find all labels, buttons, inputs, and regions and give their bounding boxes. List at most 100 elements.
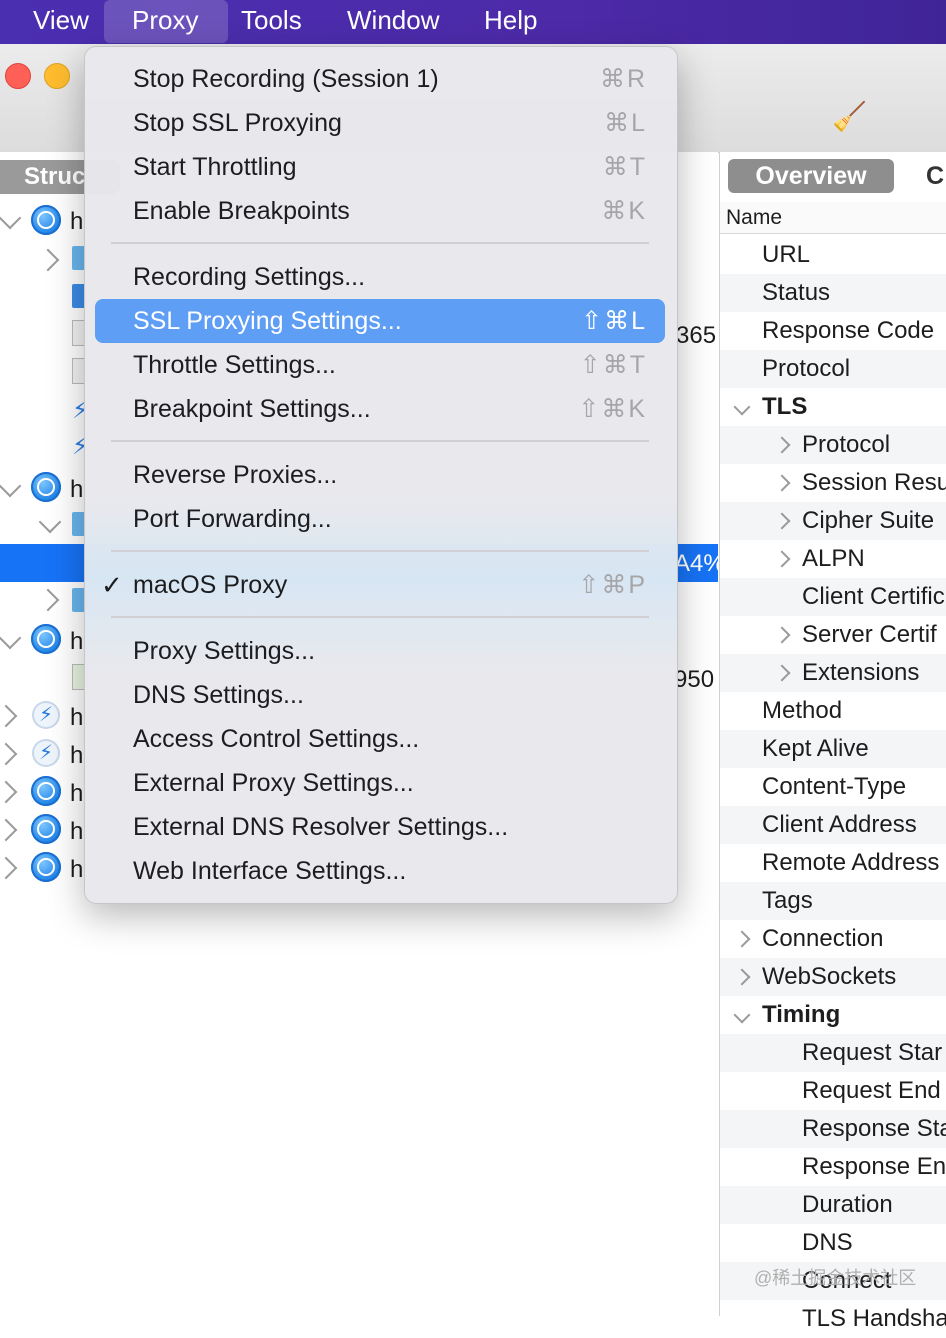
inspector-row[interactable]: Content-Type bbox=[720, 768, 946, 806]
inspector-row[interactable]: URL bbox=[720, 236, 946, 274]
chevron-right-icon[interactable] bbox=[733, 968, 751, 986]
keyboard-shortcut: ⇧⌘L bbox=[581, 307, 647, 335]
menu-item-proxy-settings[interactable]: Proxy Settings... bbox=[95, 629, 665, 673]
chevron-right-icon[interactable] bbox=[733, 930, 751, 948]
inspector-row-label: URL bbox=[762, 241, 811, 268]
menu-item-ssl-proxying-settings[interactable]: SSL Proxying Settings... ⇧⌘L bbox=[95, 299, 665, 343]
menu-item-reverse-proxies[interactable]: Reverse Proxies... bbox=[95, 453, 665, 497]
inspector-row[interactable]: DNS bbox=[720, 1224, 946, 1262]
menu-item-label: Enable Breakpoints bbox=[133, 197, 350, 225]
proxy-menu-dropdown: Stop Recording (Session 1) ⌘R Stop SSL Pro… bbox=[84, 46, 678, 904]
inspector-row[interactable]: Protocol bbox=[720, 426, 946, 464]
keyboard-shortcut: ⇧⌘P bbox=[578, 571, 647, 599]
inspector-row[interactable]: TLS Handsha bbox=[720, 1300, 946, 1338]
menu-item-recording-settings[interactable]: Recording Settings... bbox=[95, 255, 665, 299]
column-header-name[interactable]: Name bbox=[720, 202, 946, 234]
inspector-row[interactable]: Connection bbox=[720, 920, 946, 958]
inspector-row[interactable]: Response Sta bbox=[720, 1110, 946, 1148]
chevron-down-icon[interactable] bbox=[733, 398, 751, 416]
host-label[interactable]: h bbox=[70, 780, 83, 808]
tab-contents[interactable]: C bbox=[926, 159, 944, 193]
menu-item-port-forwarding[interactable]: Port Forwarding... bbox=[95, 497, 665, 541]
menu-item-dns-settings[interactable]: DNS Settings... bbox=[95, 673, 665, 717]
host-label[interactable]: h bbox=[70, 742, 83, 770]
chevron-right-icon[interactable] bbox=[773, 474, 791, 492]
menu-item-enable-breakpoints[interactable]: Enable Breakpoints ⌘K bbox=[95, 189, 665, 233]
inspector-row[interactable]: Timing bbox=[720, 996, 946, 1034]
menu-item-stop-recording-session-1[interactable]: Stop Recording (Session 1) ⌘R bbox=[95, 57, 665, 101]
menu-help[interactable]: Help bbox=[484, 0, 537, 44]
chevron-down-icon[interactable] bbox=[733, 1006, 751, 1024]
menu-item-external-proxy-settings[interactable]: External Proxy Settings... bbox=[95, 761, 665, 805]
inspector-row-label: Timing bbox=[762, 1001, 841, 1028]
inspector-row[interactable]: Server Certif bbox=[720, 616, 946, 654]
globe-icon bbox=[31, 624, 61, 654]
menu-separator bbox=[111, 550, 649, 552]
menu-item-access-control-settings[interactable]: Access Control Settings... bbox=[95, 717, 665, 761]
chevron-right-icon[interactable] bbox=[773, 664, 791, 682]
keyboard-shortcut: ⇧⌘K bbox=[578, 395, 647, 423]
inspector-row[interactable]: Cipher Suite bbox=[720, 502, 946, 540]
menu-item-label: SSL Proxying Settings... bbox=[133, 307, 402, 335]
inspector-row-label: Client Certific bbox=[802, 583, 945, 610]
menu-bar: View Proxy Tools Window Help bbox=[0, 0, 946, 44]
inspector-row-label: Protocol bbox=[762, 355, 851, 382]
inspector-row[interactable]: Client Certific bbox=[720, 578, 946, 616]
inspector-row[interactable]: Request Star bbox=[720, 1034, 946, 1072]
inspector-row[interactable]: Response Code bbox=[720, 312, 946, 350]
keyboard-shortcut: ⇧⌘T bbox=[579, 351, 647, 379]
menu-item-external-dns-resolver-settings[interactable]: External DNS Resolver Settings... bbox=[95, 805, 665, 849]
inspector-row[interactable]: Duration bbox=[720, 1186, 946, 1224]
inspector-row[interactable]: Response En bbox=[720, 1148, 946, 1186]
inspector-row[interactable]: Session Resu bbox=[720, 464, 946, 502]
keyboard-shortcut: ⌘K bbox=[601, 197, 647, 225]
menu-proxy[interactable]: Proxy bbox=[132, 0, 198, 44]
menu-window[interactable]: Window bbox=[347, 0, 439, 44]
inspector-row[interactable]: Kept Alive bbox=[720, 730, 946, 768]
menu-item-web-interface-settings[interactable]: Web Interface Settings... bbox=[95, 849, 665, 893]
inspector-row[interactable]: Extensions bbox=[720, 654, 946, 692]
inspector-row[interactable]: Request End bbox=[720, 1072, 946, 1110]
inspector-row[interactable]: WebSockets bbox=[720, 958, 946, 996]
chevron-right-icon[interactable] bbox=[773, 436, 791, 454]
host-label[interactable]: h bbox=[70, 818, 83, 846]
minimize-window-button[interactable] bbox=[44, 63, 70, 89]
inspector-row[interactable]: TLS bbox=[720, 388, 946, 426]
inspector-row[interactable]: Status bbox=[720, 274, 946, 312]
inspector-row[interactable]: Protocol bbox=[720, 350, 946, 388]
inspector-row-label: Kept Alive bbox=[762, 735, 869, 762]
close-window-button[interactable] bbox=[5, 63, 31, 89]
inspector-row[interactable]: Remote Address bbox=[720, 844, 946, 882]
host-label[interactable]: h bbox=[70, 476, 83, 504]
host-label[interactable]: h bbox=[70, 704, 83, 732]
menu-item-stop-ssl-proxying[interactable]: Stop SSL Proxying ⌘L bbox=[95, 101, 665, 145]
menu-item-macos-proxy[interactable]: ✓ macOS Proxy ⇧⌘P bbox=[95, 563, 665, 607]
menu-item-breakpoint-settings[interactable]: Breakpoint Settings... ⇧⌘K bbox=[95, 387, 665, 431]
menu-separator bbox=[111, 440, 649, 442]
menu-item-label: Web Interface Settings... bbox=[133, 857, 407, 885]
host-label[interactable]: h bbox=[70, 208, 83, 236]
host-label[interactable]: h bbox=[70, 628, 83, 656]
chevron-right-icon[interactable] bbox=[773, 626, 791, 644]
globe-icon bbox=[31, 814, 61, 844]
inspector-row[interactable]: Client Address bbox=[720, 806, 946, 844]
menu-item-start-throttling[interactable]: Start Throttling ⌘T bbox=[95, 145, 665, 189]
inspector-row-label: DNS bbox=[802, 1229, 853, 1256]
inspector-row[interactable]: Method bbox=[720, 692, 946, 730]
tree-row-value: 365 bbox=[676, 322, 717, 349]
keyboard-shortcut: ⌘R bbox=[599, 65, 647, 93]
menu-tools[interactable]: Tools bbox=[241, 0, 302, 44]
inspector-row-label: Status bbox=[762, 279, 831, 306]
chevron-right-icon[interactable] bbox=[773, 512, 791, 530]
menu-item-throttle-settings[interactable]: Throttle Settings... ⇧⌘T bbox=[95, 343, 665, 387]
menu-view[interactable]: View bbox=[33, 0, 89, 44]
inspector-row[interactable]: ALPN bbox=[720, 540, 946, 578]
checkmark-icon: ✓ bbox=[101, 570, 123, 600]
clear-session-broom-icon[interactable]: 🧹 bbox=[832, 100, 867, 133]
host-label[interactable]: h bbox=[70, 856, 83, 884]
tab-overview[interactable]: Overview bbox=[728, 159, 894, 193]
menu-item-label: External Proxy Settings... bbox=[133, 769, 414, 797]
inspector-row[interactable]: Tags bbox=[720, 882, 946, 920]
chevron-right-icon[interactable] bbox=[773, 550, 791, 568]
globe-icon bbox=[31, 472, 61, 502]
